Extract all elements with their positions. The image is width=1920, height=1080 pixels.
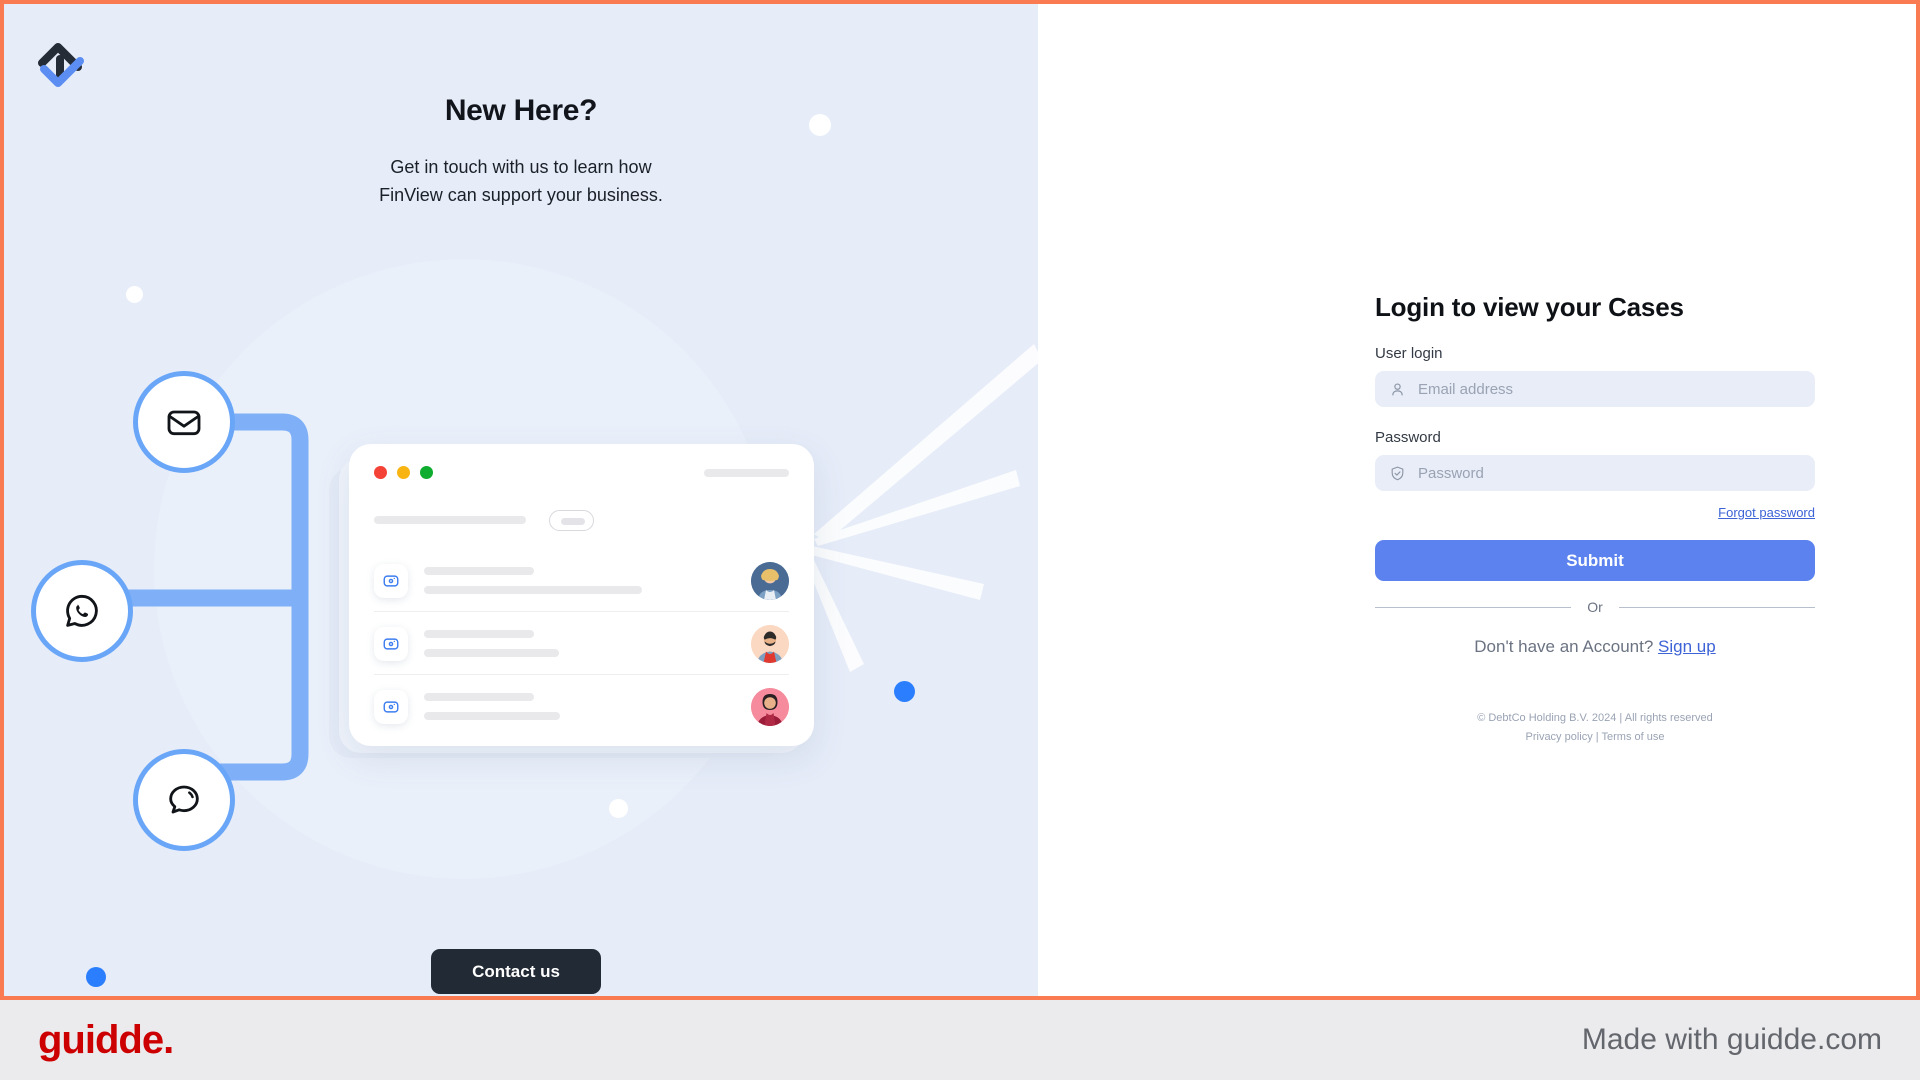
forgot-password-link[interactable]: Forgot password bbox=[1375, 505, 1815, 520]
avatar bbox=[751, 561, 789, 600]
mock-toolbar bbox=[374, 510, 789, 532]
sign-up-link[interactable]: Sign up bbox=[1658, 637, 1716, 656]
mock-toolbar-skeleton bbox=[374, 516, 526, 524]
user-login-label: User login bbox=[1375, 345, 1443, 362]
made-with-guidde-label: Made with guidde.com bbox=[1581, 1023, 1882, 1056]
copyright-line-2[interactable]: Privacy policy | Terms of use bbox=[1526, 731, 1665, 743]
case-icon bbox=[374, 689, 408, 724]
case-icon bbox=[374, 563, 408, 598]
guidde-bottom-bar: guidde. Made with guidde.com bbox=[0, 1000, 1920, 1080]
login-form: Login to view your Cases User login Pass… bbox=[1375, 292, 1815, 746]
subtitle-line-1: Get in touch with us to learn how bbox=[390, 157, 652, 177]
channel-chat[interactable] bbox=[133, 749, 235, 851]
mock-item-skeleton bbox=[424, 567, 751, 594]
traffic-light-green bbox=[420, 466, 433, 479]
mock-list-item bbox=[374, 675, 789, 738]
page-title: New Here? bbox=[444, 94, 598, 127]
shield-check-icon bbox=[1391, 466, 1404, 480]
person-icon bbox=[1392, 382, 1403, 395]
password-label: Password bbox=[1375, 429, 1441, 446]
signup-row: Don't have an Account? Sign up bbox=[1375, 637, 1815, 657]
decor-dot-blue-2 bbox=[86, 967, 106, 987]
mock-toolbar-pill bbox=[549, 510, 594, 531]
divider-line-right bbox=[1618, 606, 1815, 608]
or-divider: Or bbox=[1375, 599, 1815, 615]
browser-frame: New Here? Get in touch with us to learn … bbox=[0, 0, 1920, 1000]
signup-prompt: Don't have an Account? bbox=[1474, 637, 1654, 656]
mock-topbar-skeleton bbox=[704, 469, 789, 477]
decor-dot-blue-1 bbox=[894, 681, 915, 702]
avatar bbox=[751, 624, 789, 663]
mock-list-item bbox=[374, 549, 789, 612]
decor-dot-white-2 bbox=[126, 286, 143, 303]
traffic-light-red bbox=[374, 466, 387, 479]
submit-button[interactable]: Submit bbox=[1375, 540, 1815, 581]
channel-email[interactable] bbox=[133, 371, 235, 473]
contact-us-button[interactable]: Contact us bbox=[431, 949, 601, 994]
decor-dot-white-3 bbox=[609, 799, 628, 818]
avatar bbox=[751, 687, 789, 726]
screen: New Here? Get in touch with us to learn … bbox=[0, 0, 1920, 1080]
mock-item-skeleton bbox=[424, 693, 751, 720]
traffic-light-yellow bbox=[397, 466, 410, 479]
guidde-logo: guidde. bbox=[38, 1017, 174, 1062]
chat-bubble-icon bbox=[169, 785, 199, 814]
login-title: Login to view your Cases bbox=[1375, 292, 1684, 322]
left-promo-panel: New Here? Get in touch with us to learn … bbox=[4, 4, 1038, 996]
copyright: © DebtCo Holding B.V. 2024 | All rights … bbox=[1375, 709, 1815, 746]
password-input[interactable] bbox=[1418, 464, 1801, 482]
email-input[interactable] bbox=[1418, 380, 1801, 398]
whatsapp-icon bbox=[66, 594, 98, 627]
divider-label: Or bbox=[1587, 599, 1603, 615]
case-icon bbox=[374, 626, 408, 661]
mock-app-window bbox=[329, 444, 814, 774]
channel-whatsapp[interactable] bbox=[31, 560, 133, 662]
page-subtitle: Get in touch with us to learn how FinVie… bbox=[4, 154, 1038, 210]
decor-dot-white-1 bbox=[809, 114, 831, 136]
divider-line-left bbox=[1375, 606, 1572, 608]
traffic-lights bbox=[374, 466, 433, 479]
login-panel: Login to view your Cases User login Pass… bbox=[1038, 4, 1916, 996]
mock-item-skeleton bbox=[424, 630, 751, 657]
password-field[interactable] bbox=[1375, 455, 1815, 491]
copyright-line-1: © DebtCo Holding B.V. 2024 | All rights … bbox=[1477, 712, 1713, 724]
mock-list-item bbox=[374, 612, 789, 675]
envelope-icon bbox=[167, 410, 201, 436]
email-field[interactable] bbox=[1375, 371, 1815, 407]
subtitle-line-2: FinView can support your business. bbox=[379, 184, 663, 205]
finview-logo-icon bbox=[38, 43, 84, 87]
